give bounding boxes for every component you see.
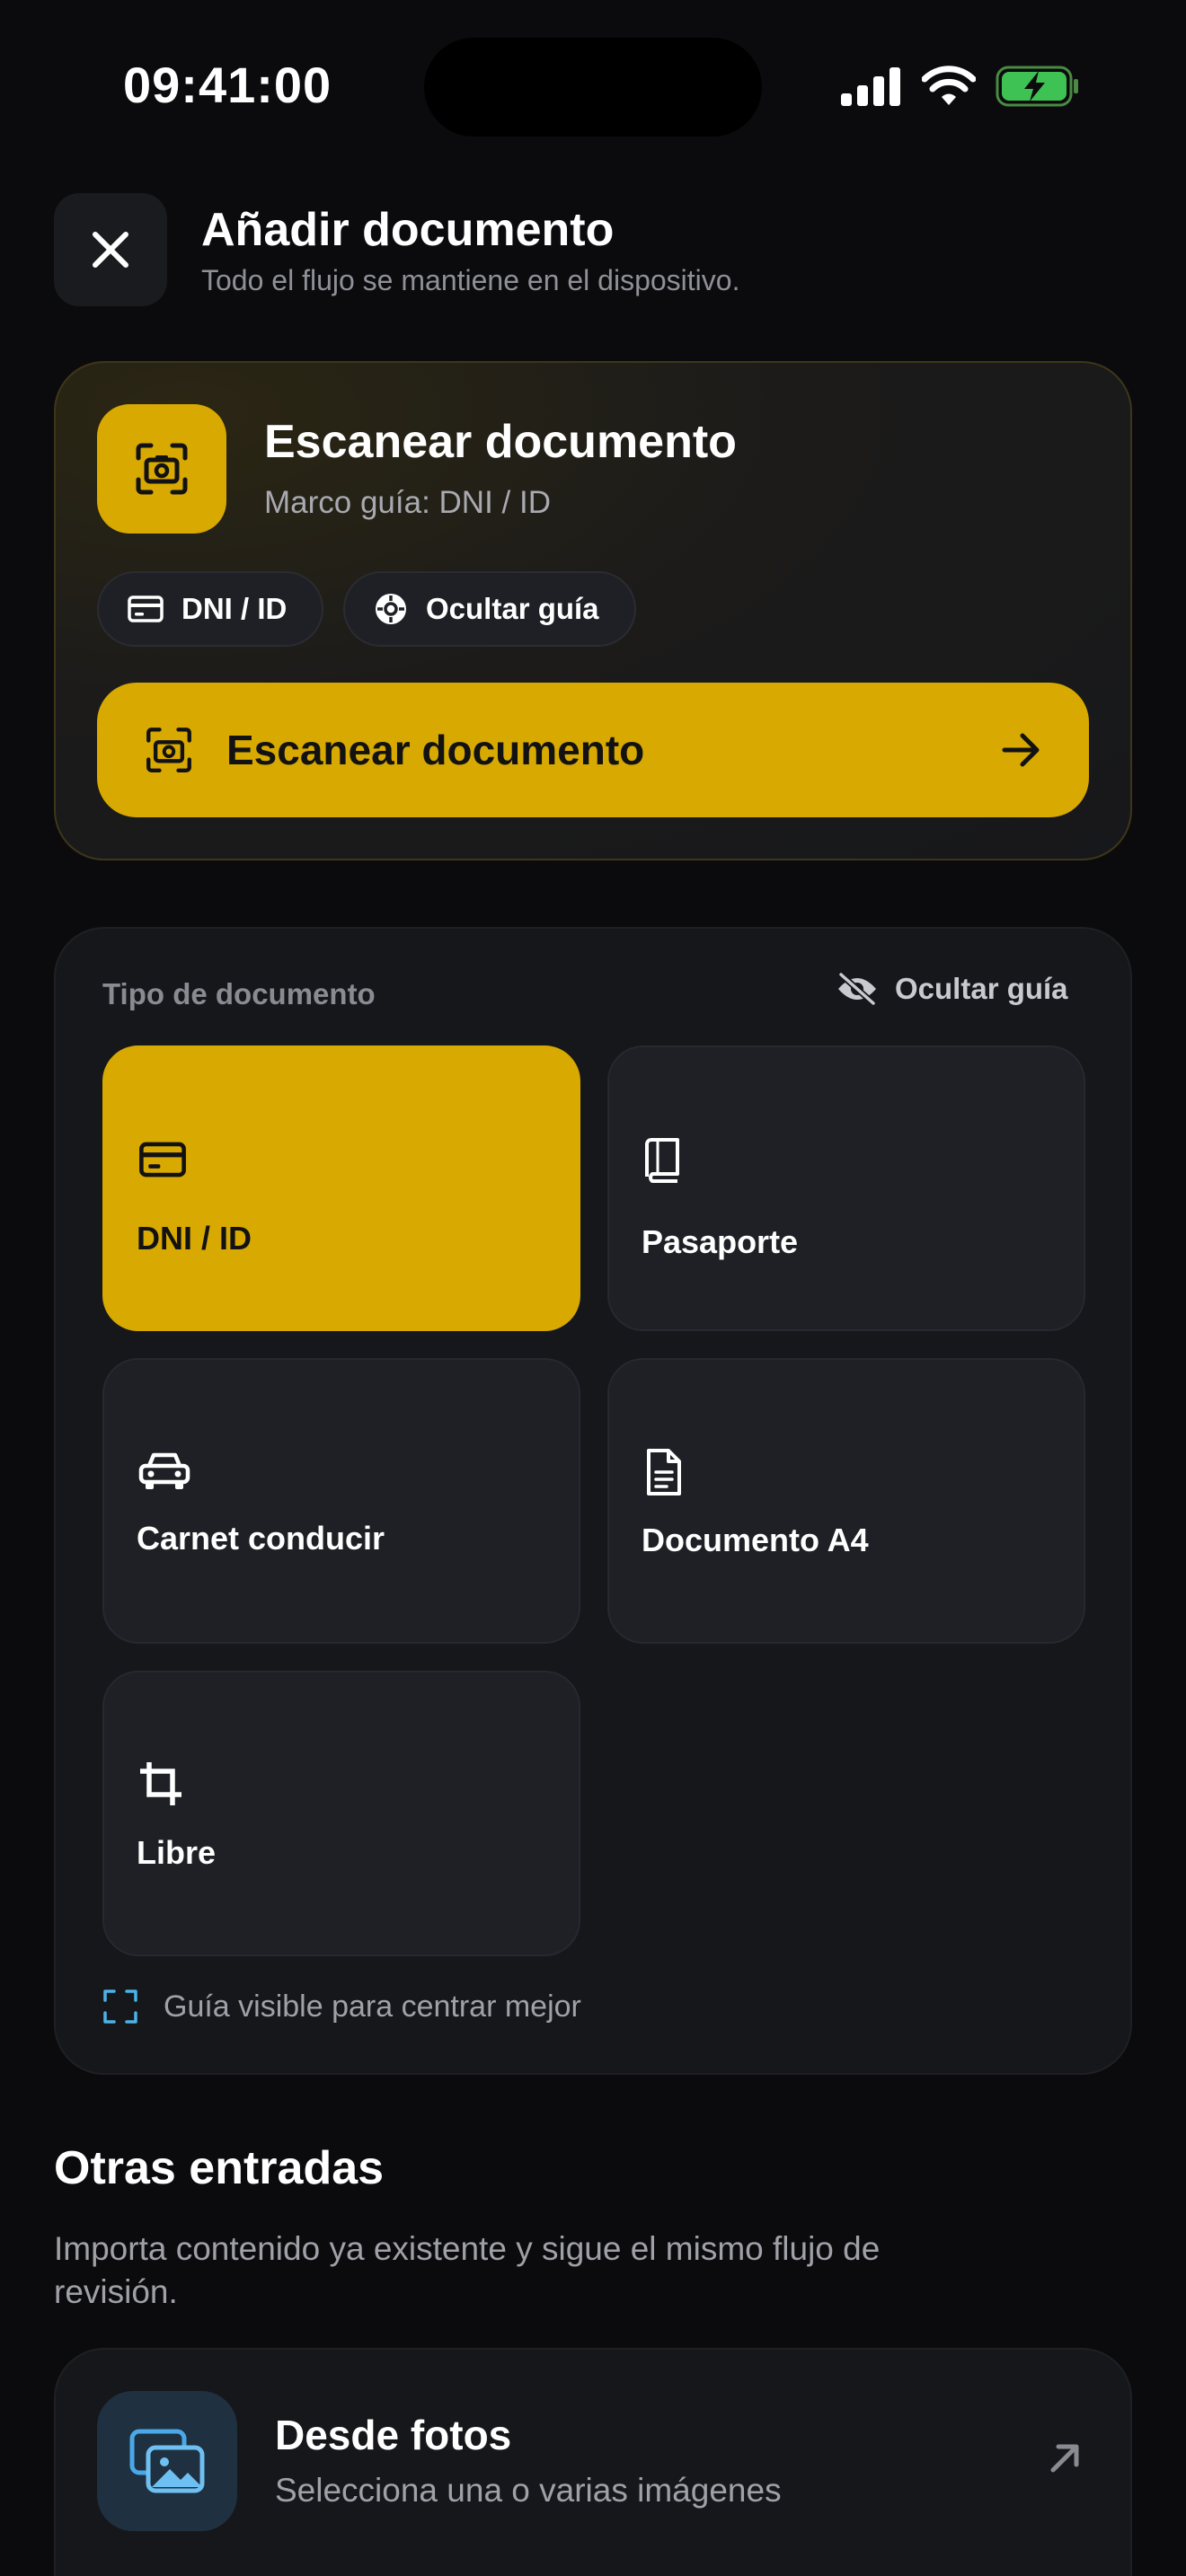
hide-guide-toggle[interactable]: Ocultar guía <box>836 972 1068 1006</box>
document-type-option-passport[interactable]: Pasaporte <box>607 1045 1085 1331</box>
id-card-icon <box>139 1142 186 1178</box>
crop-icon <box>140 1762 181 1805</box>
wifi-icon <box>922 66 976 105</box>
status-time: 09:41:00 <box>123 57 332 113</box>
document-type-option-label: Carnet conducir <box>137 1520 385 1557</box>
eye-off-icon <box>837 973 877 1005</box>
document-icon <box>647 1449 681 1495</box>
arrow-up-right-icon <box>1050 2444 1079 2473</box>
document-type-option-dni[interactable]: DNI / ID <box>102 1045 580 1331</box>
from-photos-subtitle: Selecciona una o varias imágenes <box>275 2472 782 2509</box>
section-description: Importa contenido ya existente y sigue e… <box>54 2230 881 2310</box>
document-type-option-label: DNI / ID <box>137 1220 252 1257</box>
document-type-option-free[interactable]: Libre <box>102 1671 580 1956</box>
document-type-chip[interactable]: DNI / ID <box>97 571 323 647</box>
close-button[interactable] <box>54 193 167 306</box>
passport-icon <box>645 1138 679 1183</box>
page-subtitle: Todo el flujo se mantiene en el disposit… <box>201 264 740 296</box>
scan-card-icon <box>97 404 226 534</box>
page-title: Añadir documento <box>201 204 615 256</box>
document-type-option-a4[interactable]: Documento A4 <box>607 1358 1085 1644</box>
scan-document-button-label: Escanear documento <box>226 727 645 773</box>
cellular-signal-icon <box>841 67 900 106</box>
document-type-option-label: Documento A4 <box>642 1522 869 1558</box>
section-title: Otras entradas <box>54 2142 385 2194</box>
status-icons <box>839 63 1080 110</box>
document-type-option-license[interactable]: Carnet conducir <box>102 1358 580 1644</box>
focus-target-icon <box>376 594 406 624</box>
frame-corners-icon <box>103 1989 137 2024</box>
from-photos-title: Desde fotos <box>275 2412 512 2458</box>
document-type-label: Tipo de documento <box>102 977 376 1010</box>
dynamic-island <box>424 38 762 137</box>
battery-charging-icon <box>996 66 1078 107</box>
document-type-chip-label: DNI / ID <box>181 592 288 625</box>
camera-scan-icon <box>136 443 188 495</box>
hide-guide-chip-label: Ocultar guía <box>426 592 599 625</box>
id-card-icon <box>128 595 164 622</box>
guide-hint: Guía visible para centrar mejor <box>102 1989 581 2025</box>
arrow-right-icon <box>1002 733 1040 767</box>
guide-hint-text: Guía visible para centrar mejor <box>164 1989 581 2024</box>
close-icon <box>93 232 128 268</box>
scan-document-button[interactable]: Escanear documento <box>97 683 1089 817</box>
scan-card-title: Escanear documento <box>264 416 737 468</box>
from-photos-icon-box <box>97 2391 237 2531</box>
document-type-option-label: Libre <box>137 1834 217 1871</box>
hide-guide-toggle-label: Ocultar guía <box>895 972 1068 1005</box>
camera-scan-icon <box>146 728 191 772</box>
document-type-option-label: Pasaporte <box>642 1223 799 1260</box>
scan-card-subtitle: Marco guía: DNI / ID <box>264 485 551 520</box>
hide-guide-chip[interactable]: Ocultar guía <box>343 571 636 647</box>
photos-icon <box>129 2429 205 2493</box>
car-icon <box>138 1452 190 1489</box>
